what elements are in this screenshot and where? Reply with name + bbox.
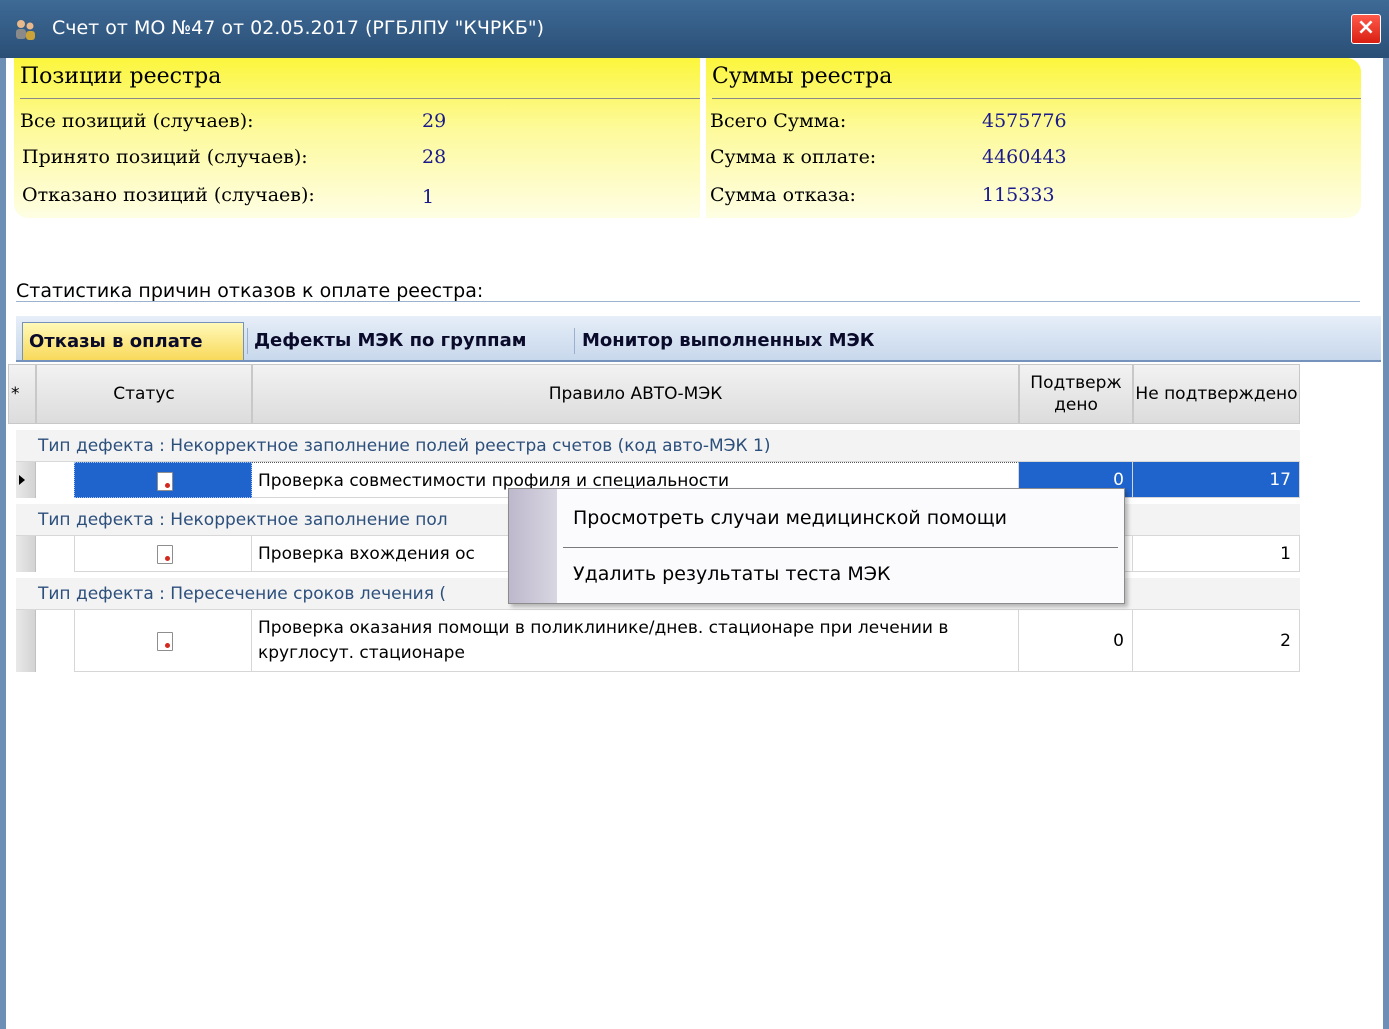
document-status-icon [157,545,173,564]
sums-header: Суммы реестра [712,64,893,89]
not-confirmed-cell[interactable]: 17 [1133,462,1300,498]
row-indicator[interactable] [16,462,36,498]
rejected-sum-label: Сумма отказа: [710,184,856,206]
context-menu-icon-strip [509,489,557,603]
status-cell[interactable] [74,536,252,572]
total-sum-label: Всего Сумма: [710,110,847,132]
total-sum-value: 4575776 [982,110,1067,132]
window-titlebar: Счет от МО №47 от 02.05.2017 (РГБЛПУ "КЧ… [0,0,1389,58]
sums-panel: Суммы реестра Всего Сумма: 4575776 Сумма… [706,58,1361,218]
window-frame-right [1383,58,1389,1029]
status-cell[interactable] [74,610,252,672]
all-positions-value: 29 [422,110,447,132]
document-status-icon [157,472,173,491]
rejection-stats-label: Статистика причин отказов к оплате реест… [16,280,484,302]
rejected-sum-value: 115333 [982,184,1055,206]
menu-item-delete-mek-results[interactable]: Удалить результаты теста МЭК [573,563,891,585]
column-header-status[interactable]: Статус [36,364,252,424]
rule-cell[interactable]: Проверка оказания помощи в поликлинике/д… [252,610,1019,672]
sums-divider [712,98,1361,99]
current-row-arrow-icon [19,475,25,485]
users-icon [16,20,35,40]
accepted-positions-label: Принято позиций (случаев): [22,146,308,168]
menu-item-view-cases[interactable]: Просмотреть случаи медицинской помощи [573,507,1007,529]
column-header-not-confirmed[interactable]: Не подтверждено [1133,364,1300,424]
window-frame-left [0,58,6,1029]
tab-mek-defects[interactable]: Дефекты МЭК по группам [248,322,570,360]
rejection-stats-divider [16,301,1360,302]
tab-rejections[interactable]: Отказы в оплате [22,322,244,360]
window-title: Счет от МО №47 от 02.05.2017 (РГБЛПУ "КЧ… [52,17,545,39]
row-indicator[interactable] [16,536,36,572]
not-confirmed-cell[interactable]: 2 [1133,610,1300,672]
positions-divider [20,98,700,99]
tab-strip: Отказы в оплате Дефекты МЭК по группам М… [16,316,1381,362]
tab-mek-monitor[interactable]: Монитор выполненных МЭК [576,322,916,360]
all-positions-label: Все позиций (случаев): [20,110,254,132]
confirmed-cell[interactable]: 0 [1019,610,1133,672]
tab-separator [574,328,575,354]
rejected-positions-label: Отказано позиций (случаев): [22,184,315,206]
rejected-positions-value: 1 [422,186,435,208]
positions-header: Позиции реестра [20,64,222,89]
status-cell[interactable] [74,462,252,498]
positions-panel: Позиции реестра Все позиций (случаев): 2… [14,58,700,218]
sum-to-pay-label: Сумма к оплате: [710,146,877,168]
document-status-icon [157,632,173,651]
column-header-rule[interactable]: Правило АВТО-МЭК [252,364,1019,424]
column-header-confirmed[interactable]: Подтверж дено [1019,364,1133,424]
context-menu-separator [563,547,1118,548]
close-button[interactable]: × [1351,14,1381,44]
close-icon: × [1356,15,1376,40]
not-confirmed-cell[interactable]: 1 [1133,536,1300,572]
row-indicator[interactable] [16,610,36,672]
column-header-star[interactable]: * [8,364,36,424]
sum-to-pay-value: 4460443 [982,146,1067,168]
accepted-positions-value: 28 [422,146,447,168]
context-menu: Просмотреть случаи медицинской помощи Уд… [508,488,1125,604]
group-row[interactable]: Тип дефекта : Некорректное заполнение по… [16,430,1300,462]
